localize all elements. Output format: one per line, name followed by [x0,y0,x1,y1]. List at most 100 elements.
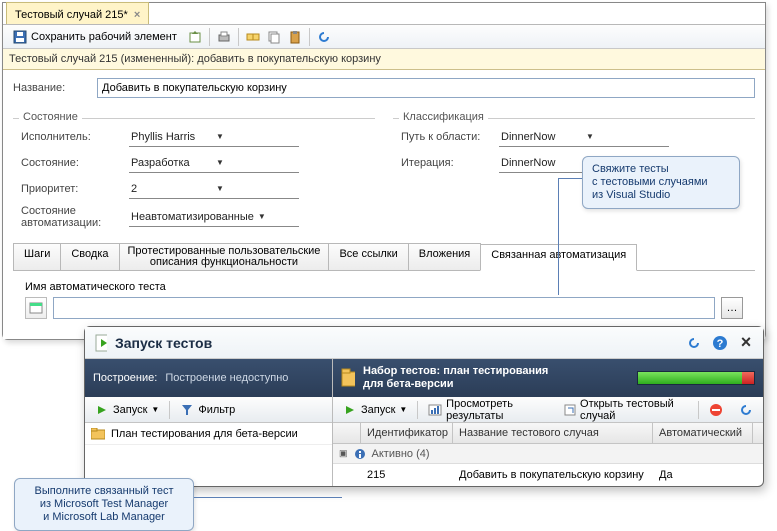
toolbar-print-icon[interactable] [215,28,233,46]
close-tab-icon[interactable]: × [134,9,140,21]
chevron-down-icon: ▼ [256,212,299,221]
save-button[interactable]: Сохранить рабочий элемент [7,28,183,46]
run-dropdown-left[interactable]: Запуск ▼ [89,400,165,420]
state-group-title: Состояние [19,111,82,123]
assignee-select[interactable]: Phyllis Harris▼ [129,127,299,147]
cell-name: Добавить в покупательскую корзину [453,469,653,481]
help-icon[interactable]: ? [711,334,729,352]
toolbar-refresh-icon[interactable] [315,28,333,46]
open-case-button[interactable]: Открыть тестовый случай [558,400,694,420]
callout-connector [558,178,559,295]
plan-item-label: План тестирования для бета-версии [111,428,298,440]
automation-name-input[interactable] [53,297,715,319]
result-row[interactable]: 215 Добавить в покупательскую корзину Да [333,464,763,486]
priority-value: 2 [129,183,214,195]
state-value: Разработка [129,157,214,169]
filter-button[interactable]: Фильтр [174,400,241,420]
state-select[interactable]: Разработка▼ [129,153,299,173]
open-icon [564,403,576,417]
view-results-label: Просмотреть результаты [446,398,548,422]
chevron-down-icon: ▼ [584,132,669,141]
autostate-select[interactable]: Неавтоматизированные▼ [129,207,299,227]
tab-body-automation: Имя автоматического теста … [13,271,755,333]
assignee-value: Phyllis Harris [129,131,214,143]
folder-icon [91,427,105,441]
detail-tabs: Шаги Сводка Протестированные пользовател… [13,243,755,271]
iteration-value: DinnerNow [499,157,584,169]
run-label: Запуск [361,404,395,416]
collapse-icon: ▣ [339,448,348,459]
reset-button[interactable] [733,400,759,420]
play-icon [95,403,109,417]
col-id[interactable]: Идентификатор [361,423,453,443]
priority-label: Приоритет: [21,183,129,195]
suite-title: Набор тестов: план тестирования для бета… [363,365,629,391]
assignee-label: Исполнитель: [21,131,129,143]
block-button[interactable] [703,400,729,420]
svg-text:?: ? [717,338,724,350]
group-label: Активно (4) [372,448,430,460]
callout-connector [558,178,582,179]
priority-select[interactable]: 2▼ [129,179,299,199]
run-dropdown-right[interactable]: Запуск▼ [337,400,413,420]
callout-link-tests: Свяжите тесты с тестовыми случаями из Vi… [582,156,740,209]
document-tab-bar: Тестовый случай 215* × [3,3,765,25]
results-icon [428,403,442,417]
col-name[interactable]: Название тестового случая [453,423,653,443]
tab-all-links[interactable]: Все ссылки [328,243,408,270]
reset-icon [739,403,753,417]
refresh-icon[interactable] [685,334,703,352]
tab-attachments[interactable]: Вложения [408,243,482,270]
tab-steps[interactable]: Шаги [13,243,61,270]
iteration-label: Итерация: [401,157,499,169]
areapath-value: DinnerNow [499,131,584,143]
cell-auto: Да [653,469,753,481]
runner-header: Запуск тестов ? × [85,327,763,359]
open-case-label: Открыть тестовый случай [580,398,688,422]
ellipsis-icon: … [727,302,738,314]
run-label: Запуск [113,404,147,416]
progress-fail [742,372,754,384]
toolbar-export-icon[interactable] [186,28,204,46]
toolbar-link-icon[interactable] [244,28,262,46]
save-label: Сохранить рабочий элемент [31,31,177,43]
areapath-label: Путь к области: [401,131,499,143]
test-runner-window: Запуск тестов ? × Построение: Построение… [84,326,764,487]
state-label: Состояние: [21,157,129,169]
close-icon[interactable]: × [737,334,755,352]
col-auto[interactable]: Автоматический [653,423,753,443]
play-icon [343,403,357,417]
test-plan-item[interactable]: План тестирования для бета-версии [85,423,332,445]
name-label: Название: [13,82,97,94]
block-icon [709,403,723,417]
callout-run-from-mtm: Выполните связанный тест из Microsoft Te… [14,478,194,531]
document-tab[interactable]: Тестовый случай 215* × [6,2,149,24]
progress-pass [638,372,742,384]
run-tests-icon [93,336,107,350]
class-group-title: Классификация [399,111,488,123]
suite-icon [341,371,355,385]
areapath-select[interactable]: DinnerNow▼ [499,127,669,147]
build-value: Построение недоступно [165,372,288,384]
editor-toolbar: Сохранить рабочий элемент [3,25,765,49]
browse-automation-button[interactable]: … [721,297,743,319]
callout-connector [194,497,342,498]
cell-id: 215 [361,469,453,481]
filter-label: Фильтр [198,404,235,416]
name-input[interactable] [97,78,755,98]
save-icon [13,30,27,44]
chevron-down-icon: ▼ [151,405,159,414]
autostate-value: Неавтоматизированные [129,211,256,223]
tab-tested-stories[interactable]: Протестированные пользовательские описан… [119,243,330,270]
runner-title: Запуск тестов [115,335,677,351]
toolbar-paste-icon[interactable] [286,28,304,46]
group-row-active[interactable]: ▣ Активно (4) [333,444,763,464]
filter-icon [180,403,194,417]
document-tab-title: Тестовый случай 215* [15,9,128,21]
tab-summary[interactable]: Сводка [60,243,119,270]
view-results-button[interactable]: Просмотреть результаты [422,400,554,420]
runner-right-pane: Набор тестов: план тестирования для бета… [333,359,763,486]
runner-left-pane: Построение: Построение недоступно Запуск… [85,359,333,486]
toolbar-copy-icon[interactable] [265,28,283,46]
progress-bar [637,371,755,385]
